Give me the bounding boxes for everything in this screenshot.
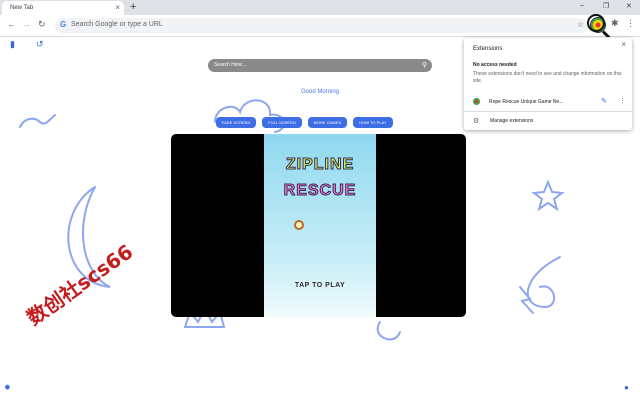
- doodle-wave: [19, 114, 56, 128]
- manage-extensions-label: Manage extensions: [490, 118, 534, 124]
- game-title-line1: ZIPLINE: [285, 156, 355, 174]
- no-access-description: These extensions don't need to see and c…: [473, 71, 622, 84]
- more-games-button[interactable]: MORE GAMES: [307, 117, 348, 128]
- back-arrow-icon[interactable]: ←: [7, 19, 16, 29]
- tab-close-icon[interactable]: ×: [115, 3, 120, 12]
- manage-extensions-link[interactable]: ⚙ Manage extensions: [473, 117, 613, 127]
- window-close-button[interactable]: ✕: [626, 2, 632, 10]
- minimize-button[interactable]: –: [580, 2, 584, 9]
- tab-strip: New Tab × + – ❐ ✕: [0, 0, 640, 15]
- doodle-star: [531, 179, 565, 212]
- omnibox[interactable]: G Search Google or type a URL ☆: [55, 18, 588, 33]
- doodle-bolt: [519, 286, 534, 314]
- no-access-heading: No access needed: [473, 62, 517, 68]
- rope-ring-icon: [294, 220, 304, 230]
- pin-icon[interactable]: ✎: [601, 97, 607, 105]
- settings-gear-icon[interactable]: ✹: [4, 383, 11, 392]
- extension-name: Rope Rescue Unique Game Ne...: [489, 99, 564, 105]
- popup-close-icon[interactable]: ×: [621, 40, 626, 49]
- doodle-curl: [376, 321, 401, 341]
- omnibox-placeholder: Search Google or type a URL: [71, 21, 163, 28]
- restore-button[interactable]: ❐: [603, 2, 609, 10]
- search-icon[interactable]: ⚲: [422, 61, 427, 69]
- extensions-puzzle-icon[interactable]: ✱: [611, 18, 619, 29]
- page-search-bar[interactable]: Search Here... ⚲: [208, 59, 432, 72]
- google-icon: G: [60, 20, 67, 29]
- new-tab-button[interactable]: +: [130, 1, 136, 13]
- history-icon[interactable]: ↺: [36, 39, 44, 50]
- bookmark-icon[interactable]: ▮: [10, 39, 15, 50]
- browser-toolbar: ← → ↻ G Search Google or type a URL ☆: [0, 15, 640, 37]
- page-search-placeholder: Search Here...: [214, 62, 247, 68]
- extension-game-icon-small: [473, 98, 480, 105]
- popup-divider: [464, 111, 632, 112]
- bookmark-star-icon[interactable]: ☆: [577, 20, 584, 29]
- extensions-popup: Extensions × No access needed These exte…: [464, 38, 632, 130]
- info-icon[interactable]: ●: [624, 383, 629, 392]
- full-screen-button[interactable]: FULL SCREEN: [262, 117, 302, 128]
- fade-screen-button[interactable]: FADE SCREEN: [216, 117, 257, 128]
- tap-to-play-button[interactable]: TAP TO PLAY: [264, 282, 376, 289]
- how-to-play-button[interactable]: HOW TO PLAY: [353, 117, 393, 128]
- forward-arrow-icon[interactable]: →: [22, 19, 31, 29]
- reload-icon[interactable]: ↻: [38, 19, 46, 30]
- magnifier-icon: [587, 14, 605, 32]
- extension-row[interactable]: Rope Rescue Unique Game Ne... ✎ ⋮: [473, 96, 626, 108]
- chrome-menu-icon[interactable]: ⋮: [626, 18, 635, 29]
- game-player[interactable]: ZIPLINE RESCUE TAP TO PLAY: [171, 134, 466, 317]
- more-options-icon[interactable]: ⋮: [619, 97, 626, 105]
- gear-icon: ⚙: [473, 118, 480, 125]
- doodle-swirl: [526, 256, 561, 309]
- game-button-row: FADE SCREEN FULL SCREEN MORE GAMES HOW T…: [216, 117, 393, 128]
- popup-title: Extensions: [473, 46, 503, 52]
- game-canvas[interactable]: ZIPLINE RESCUE TAP TO PLAY: [264, 134, 376, 317]
- tab-new-tab[interactable]: New Tab ×: [2, 1, 124, 15]
- tab-title: New Tab: [10, 5, 34, 11]
- game-title-line2: RESCUE: [283, 182, 357, 200]
